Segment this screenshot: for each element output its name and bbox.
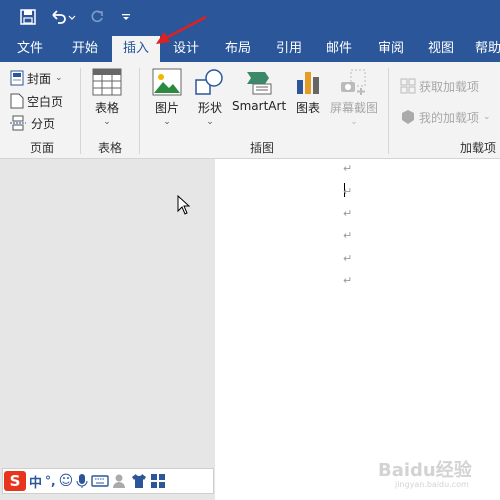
- ime-mode-toggle[interactable]: 中: [29, 472, 42, 491]
- chevron-down-icon: ⌄: [103, 117, 111, 127]
- sogou-logo-icon[interactable]: S: [4, 471, 26, 491]
- tab-help[interactable]: 帮助: [470, 36, 500, 62]
- addins-group-label: 加载项: [460, 141, 497, 155]
- shapes-icon: [195, 69, 223, 95]
- tab-layout[interactable]: 布局: [215, 36, 261, 62]
- baidu-watermark: Baidu经验: [378, 460, 472, 481]
- chart-label: 图表: [295, 101, 320, 115]
- chart-button[interactable]: 图表: [294, 68, 322, 116]
- get-addins-label: 获取加载项: [419, 79, 480, 94]
- tab-home[interactable]: 开始: [62, 36, 108, 62]
- tab-mailings[interactable]: 邮件: [316, 36, 362, 62]
- chevron-down-icon: ⌄: [206, 117, 214, 127]
- page-break-icon: [10, 115, 26, 131]
- mouse-cursor-icon: [177, 194, 191, 215]
- page-break-button[interactable]: 分页: [10, 113, 55, 133]
- my-addins-icon: [402, 110, 414, 124]
- shapes-label: 形状: [197, 101, 222, 115]
- tab-file[interactable]: 文件: [8, 36, 52, 62]
- blank-page-label: 空白页: [27, 94, 64, 109]
- ime-punct-toggle[interactable]: °,: [45, 474, 56, 488]
- title-bar: [0, 0, 500, 36]
- blank-page-icon: [10, 93, 24, 109]
- user-icon[interactable]: [112, 473, 128, 489]
- smartart-label: SmartArt: [232, 99, 287, 113]
- group-divider: [139, 68, 140, 154]
- undo-icon[interactable]: [48, 6, 78, 28]
- my-addins-label: 我的加载项: [419, 110, 480, 125]
- tab-view[interactable]: 视图: [418, 36, 464, 62]
- toolbox-grid-icon[interactable]: [150, 473, 166, 489]
- ribbon-insert: 封面 ⌄ 空白页 分页 页面 表格 ⌄ 表格 图片 ⌄ 形状 ⌄ SmartAr…: [0, 62, 500, 159]
- baidu-watermark-url: jingyan.baidu.com: [395, 480, 469, 489]
- cover-button[interactable]: 封面 ⌄: [10, 68, 63, 88]
- table-label: 表格: [94, 101, 119, 115]
- store-icon: [400, 78, 416, 94]
- screenshot-button[interactable]: 屏幕截图 ⌄: [330, 68, 378, 127]
- document-page[interactable]: [215, 159, 500, 500]
- chevron-down-icon: ⌄: [350, 117, 358, 127]
- blank-page-button[interactable]: 空白页: [10, 91, 63, 111]
- chevron-down-icon: ⌄: [163, 117, 171, 127]
- save-icon[interactable]: [17, 6, 39, 28]
- table-icon: [92, 68, 122, 96]
- screenshot-icon: [341, 69, 366, 95]
- picture-button[interactable]: 图片 ⌄: [152, 68, 182, 127]
- customize-qat-icon[interactable]: [115, 6, 137, 28]
- paragraph-mark: ↵: [343, 274, 353, 287]
- ribbon-tabs: 文件 开始 插入 设计 布局 引用 邮件 审阅 视图 帮助: [0, 36, 500, 62]
- chart-icon: [297, 72, 319, 94]
- keyboard-icon[interactable]: [91, 475, 109, 487]
- cover-label: 封面: [27, 71, 52, 86]
- cover-page-icon: [10, 70, 24, 86]
- picture-icon: [152, 68, 182, 96]
- paragraph-mark: ↵: [343, 252, 353, 265]
- illustrations-group-label: 插图: [249, 141, 274, 155]
- smartart-button[interactable]: SmartArt: [232, 68, 286, 113]
- get-addins-button[interactable]: 获取加载项: [400, 76, 479, 96]
- smartart-icon: [247, 72, 272, 95]
- tab-review[interactable]: 审阅: [368, 36, 414, 62]
- chevron-down-icon: ⌄: [55, 73, 63, 83]
- microphone-icon[interactable]: [76, 473, 88, 489]
- screenshot-label: 屏幕截图: [330, 101, 379, 115]
- my-addins-button[interactable]: 我的加载项 ⌄: [400, 107, 491, 127]
- chevron-down-icon: ⌄: [483, 112, 491, 122]
- paragraph-mark: ↵: [343, 207, 353, 220]
- paragraph-mark: ↵: [343, 185, 353, 198]
- emoji-icon[interactable]: ☺: [59, 473, 74, 489]
- skin-shirt-icon[interactable]: [131, 473, 147, 489]
- annotation-arrow-icon: [156, 15, 207, 44]
- ime-toolbar: S 中 °, ☺: [2, 468, 214, 494]
- group-divider: [388, 68, 389, 154]
- picture-label: 图片: [154, 101, 179, 115]
- group-divider: [80, 68, 81, 154]
- shapes-button[interactable]: 形状 ⌄: [194, 68, 226, 127]
- redo-icon[interactable]: [86, 6, 108, 28]
- tables-group-label: 表格: [97, 141, 122, 155]
- table-button[interactable]: 表格 ⌄: [92, 68, 122, 127]
- page-break-label: 分页: [31, 116, 56, 131]
- pages-group-label: 页面: [29, 141, 54, 155]
- paragraph-mark: ↵: [343, 229, 353, 242]
- paragraph-mark: ↵: [343, 162, 353, 175]
- tab-references[interactable]: 引用: [266, 36, 312, 62]
